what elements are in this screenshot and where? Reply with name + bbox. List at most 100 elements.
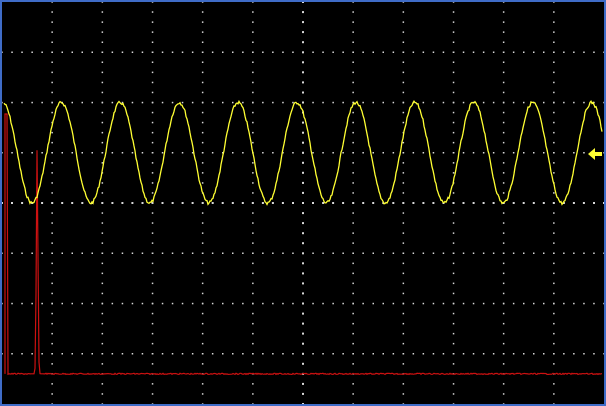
grid-dot [523, 101, 525, 104]
grid-dot [583, 302, 585, 305]
grid-dot [502, 11, 505, 13]
grid-dot [452, 192, 455, 194]
grid-dot [111, 51, 114, 53]
grid-dot [292, 101, 294, 104]
center-vertical-axis-dot [302, 181, 304, 184]
grid-dot [352, 2, 354, 3]
trigger-level-marker[interactable] [588, 147, 602, 161]
grid-dot [452, 172, 455, 174]
grid-dot [201, 51, 204, 53]
grid-dot [151, 353, 154, 355]
grid-dot [352, 31, 354, 33]
grid-dot [81, 101, 83, 104]
grid-dot [352, 131, 354, 134]
grid-dot [432, 152, 435, 154]
grid-dot [211, 353, 214, 355]
grid-dot [141, 51, 144, 53]
grid-dot [502, 363, 505, 365]
center-horizontal-axis-dot [362, 202, 365, 204]
grid-dot [342, 152, 344, 154]
grid-dot [201, 272, 204, 275]
grid-dot [452, 262, 455, 265]
grid-dot [502, 111, 505, 114]
grid-dot [252, 31, 254, 33]
grid-dot [362, 353, 364, 355]
grid-dot [71, 353, 73, 355]
center-vertical-axis-dot [302, 342, 304, 345]
grid-dot [121, 353, 124, 355]
grid-dot [502, 282, 505, 285]
grid-dot [242, 302, 244, 305]
grid-dot [352, 172, 354, 174]
grid-dot [553, 363, 555, 365]
grid-dot [292, 51, 294, 53]
grid-dot [482, 252, 485, 254]
grid-dot [252, 212, 254, 214]
grid-dot [352, 383, 354, 385]
grid-dot [232, 101, 234, 104]
grid-dot [352, 121, 354, 124]
grid-dot [201, 242, 204, 244]
grid-dot [452, 353, 455, 355]
grid-dot [201, 131, 204, 134]
grid-dot [252, 111, 254, 114]
grid-dot [412, 252, 415, 254]
grid-dot [151, 21, 154, 23]
grid-dot [51, 322, 53, 325]
grid-dot [201, 222, 204, 224]
grid-dot [51, 222, 53, 224]
grid-dot [372, 353, 374, 355]
grid-dot [252, 71, 254, 74]
grid-dot [51, 252, 53, 254]
grid-dot [402, 342, 405, 345]
grid-dot [322, 353, 324, 355]
grid-dot [432, 101, 435, 104]
grid-dot [252, 302, 254, 305]
center-horizontal-axis-dot [452, 202, 455, 204]
grid-dot [523, 252, 525, 254]
grid-dot [452, 91, 455, 94]
grid-dot [151, 192, 154, 194]
grid-dot [442, 302, 445, 305]
grid-dot [362, 252, 364, 254]
grid-dot [442, 252, 445, 254]
grid-dot [342, 302, 344, 305]
grid-dot [372, 51, 374, 53]
grid-dot [382, 353, 384, 355]
grid-dot [252, 11, 254, 13]
grid-dot [91, 51, 93, 53]
grid-dot [101, 282, 104, 285]
grid-dot [502, 383, 505, 385]
grid-dot [352, 302, 354, 305]
grid-dot [101, 212, 104, 214]
grid-dot [352, 212, 354, 214]
grid-dot [161, 101, 164, 104]
grid-dot [201, 322, 204, 325]
grid-dot [201, 101, 204, 104]
grid-dot [533, 252, 535, 254]
grid-dot [11, 101, 13, 104]
center-horizontal-axis-dot [281, 202, 284, 204]
grid-dot [41, 101, 43, 104]
grid-dot [252, 21, 254, 23]
grid-dot [211, 252, 214, 254]
grid-dot [201, 2, 204, 3]
grid-dot [161, 152, 164, 154]
grid-dot [201, 41, 204, 43]
grid-dot [201, 21, 204, 23]
grid-dot [502, 31, 505, 33]
center-vertical-axis-dot [302, 81, 304, 84]
grid-dot [502, 252, 505, 254]
grid-dot [111, 353, 114, 355]
grid-dot [573, 152, 575, 154]
center-horizontal-axis-dot [141, 202, 144, 204]
center-horizontal-axis-dot [41, 202, 44, 204]
grid-dot [512, 101, 515, 104]
grid-dot [362, 302, 364, 305]
grid-dot [362, 152, 364, 154]
grid-dot [151, 332, 154, 335]
grid-dot [422, 101, 425, 104]
grid-dot [402, 2, 405, 3]
grid-dot [201, 383, 204, 385]
grid-dot [101, 222, 104, 224]
